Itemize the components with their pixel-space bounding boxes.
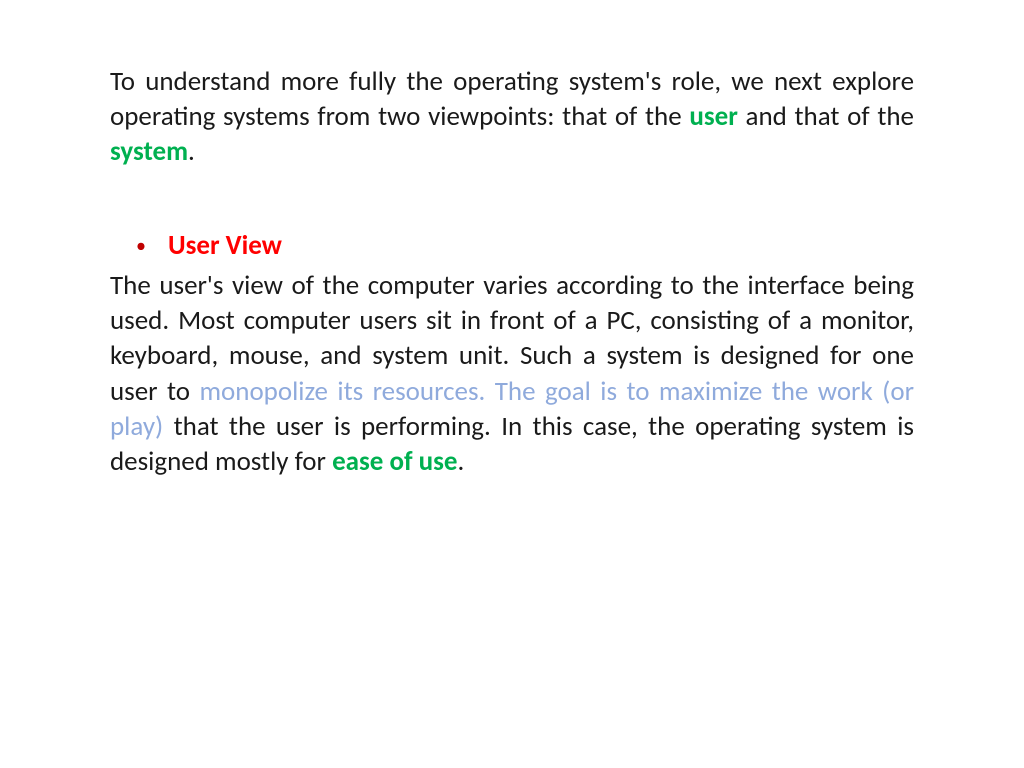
bullet-icon: • [136,236,146,256]
intro-text-3: . [188,135,195,168]
intro-paragraph: To understand more fully the operating s… [110,64,914,169]
keyword-user: user [689,100,737,133]
keyword-system: system [110,135,188,168]
body-text-3: . [457,445,464,478]
section-heading: User View [168,229,282,262]
body-paragraph: The user's view of the computer varies a… [110,268,914,479]
bullet-heading-row: • User View [136,229,914,262]
body-text-2: that the user is performing. In this cas… [110,410,914,478]
intro-text-2: and that of the [738,100,914,133]
keyword-ease-of-use: ease of use [332,445,457,478]
